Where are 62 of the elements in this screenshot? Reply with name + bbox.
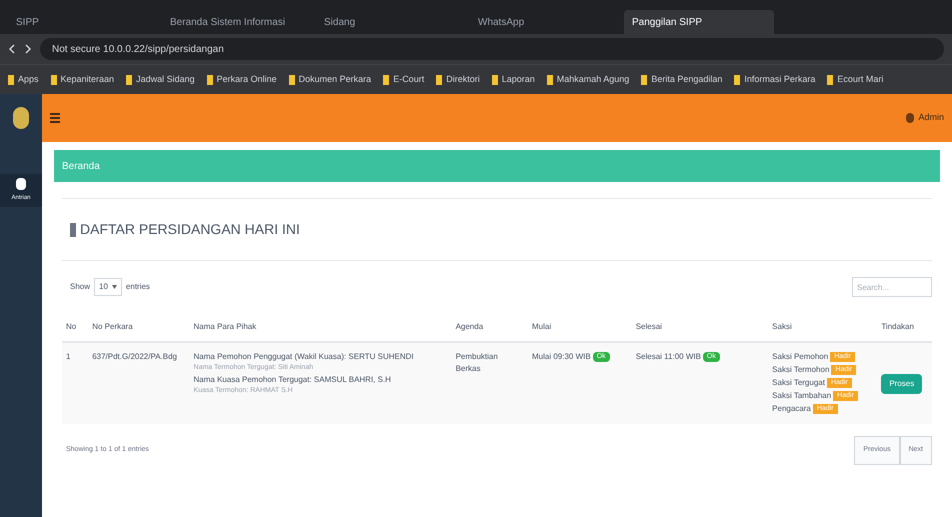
party-text: Nama Kuasa Pemohon Tergugat: SAMSUL BAHRI, S.H [194, 374, 392, 386]
witness-name: Saksi Termohon [772, 364, 830, 376]
emblem-icon [13, 107, 29, 129]
folder-icon [734, 74, 740, 84]
folder-icon [827, 74, 834, 84]
column-header[interactable]: No [62, 313, 88, 342]
folder-icon [641, 74, 648, 84]
party-text: Nama Pemohon Penggugat (Wakil Kuasa): SERTU SUHENDI [194, 351, 415, 363]
back-icon[interactable] [8, 44, 16, 54]
bookmark[interactable]: Apps [8, 72, 39, 86]
table-cell: 637/Pdt.G/2022/PA.Bdg [88, 342, 190, 424]
column-header[interactable]: Tindakan [877, 313, 932, 342]
folder-icon [8, 74, 14, 84]
entries-label: entries [126, 281, 150, 293]
folder-icon [50, 74, 57, 84]
bookmark[interactable]: Informasi Perkara [734, 72, 816, 86]
witness-name: Saksi Tambahan [772, 390, 832, 402]
witness-name: Saksi Pemohon [772, 351, 828, 363]
table-cell: Pembuktian Berkas [452, 342, 528, 424]
forward-icon[interactable] [24, 44, 32, 54]
bookmark[interactable]: Laporan [492, 72, 535, 86]
breadcrumb-text: Beranda [62, 160, 100, 174]
browser-tab[interactable]: Panggilan SIPP [624, 10, 774, 34]
page-title: DAFTAR PERSIDANGAN HARI INI [80, 220, 300, 239]
folder-icon [126, 74, 132, 84]
witness-name: Pengacara [772, 403, 811, 415]
bookmark[interactable]: Mahkamah Agung [546, 72, 630, 86]
table-cell: 1 [62, 342, 88, 424]
folder-icon [492, 74, 498, 84]
caret-icon [112, 285, 117, 289]
address-bar[interactable]: Not secure 10.0.0.22/sipp/persidangan [40, 38, 944, 60]
browser-tab[interactable]: Sidang [316, 10, 466, 34]
browser-tab[interactable]: Beranda Sistem Informasi [162, 10, 312, 34]
column-header[interactable]: Nama Para Pihak [190, 313, 452, 342]
folder-icon [436, 74, 442, 84]
browser-tab[interactable]: WhatsApp [470, 10, 620, 34]
folder-icon [383, 74, 390, 84]
folder-icon [288, 74, 295, 84]
column-header[interactable]: No Perkara [88, 313, 190, 342]
bookmark[interactable]: Ecourt Mari [827, 72, 884, 86]
time-text: Mulai 09:30 WIB [532, 351, 591, 363]
user-menu[interactable]: Admin [906, 111, 944, 125]
witness-name: Saksi Tergugat [772, 377, 825, 389]
browser-tab[interactable]: SIPP [8, 10, 158, 34]
bookmark[interactable]: Direktori [436, 72, 480, 86]
folder-icon [546, 74, 553, 84]
column-header[interactable]: Agenda [452, 313, 528, 342]
column-header[interactable]: Selesai [632, 313, 768, 342]
bookmark[interactable]: Dokumen Perkara [288, 72, 372, 86]
bookmark[interactable]: Berita Pengadilan [641, 72, 722, 86]
menu-icon[interactable] [50, 113, 60, 123]
bookmark[interactable]: Kepaniteraan [50, 72, 114, 86]
column-header[interactable]: Saksi [768, 313, 878, 342]
page-size-select[interactable]: 10 [94, 278, 122, 296]
show-label: Show [70, 281, 90, 293]
bookmark[interactable]: Perkara Online [206, 72, 277, 86]
time-text: Selesai 11:00 WIB [636, 351, 701, 363]
column-header[interactable]: Mulai [528, 313, 632, 342]
bookmark[interactable]: E-Court [383, 72, 424, 86]
search-field[interactable]: Search... [852, 277, 932, 297]
folder-icon [206, 74, 213, 84]
bookmark[interactable]: Jadwal Sidang [126, 72, 195, 86]
